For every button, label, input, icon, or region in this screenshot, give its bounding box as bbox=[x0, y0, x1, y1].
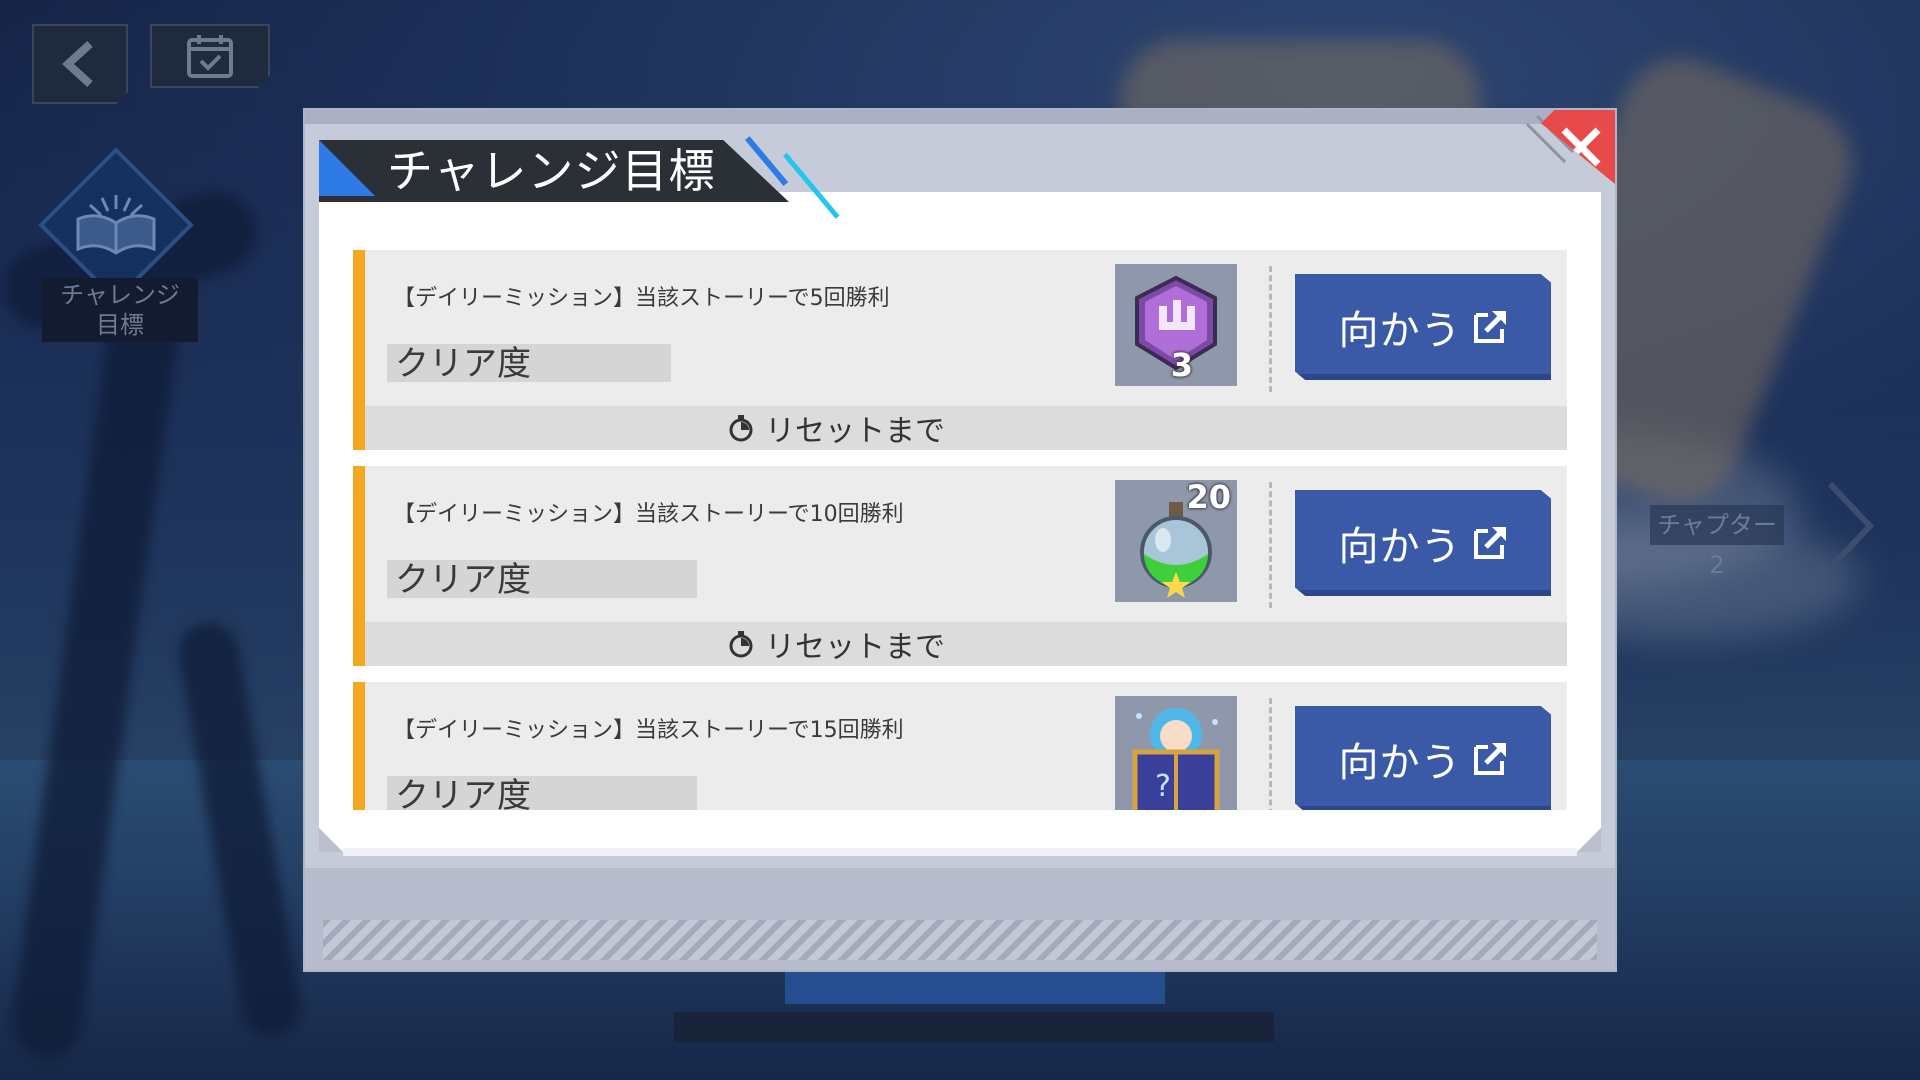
external-link-icon bbox=[1473, 743, 1506, 775]
mission-list[interactable]: 【デイリーミッション】当該ストーリーで5回勝利 クリア度 リセットまで 3 向か… bbox=[353, 250, 1567, 810]
challenge-goal-label-line2: 目標 bbox=[96, 311, 144, 339]
modal-title: チャレンジ目標 bbox=[387, 144, 716, 198]
mission-title: 【デイリーミッション】当該ストーリーで15回勝利 bbox=[393, 718, 904, 743]
go-button-label: 向かう bbox=[1338, 308, 1462, 354]
mission-item: 【デイリーミッション】当該ストーリーで5回勝利 クリア度 リセットまで 3 向か… bbox=[353, 250, 1567, 450]
content-bottom-edge bbox=[343, 848, 1577, 856]
stopwatch-icon bbox=[729, 631, 753, 658]
next-chapter-arrow-icon[interactable] bbox=[1820, 478, 1880, 574]
reward-count: 3 bbox=[1170, 346, 1193, 384]
reward-item[interactable]: ? bbox=[1115, 696, 1237, 810]
calendar-button[interactable] bbox=[150, 24, 270, 88]
clear-label: クリア度 bbox=[395, 344, 531, 384]
mission-divider bbox=[1269, 266, 1272, 392]
challenge-goal-label-line1: チャレンジ bbox=[60, 281, 180, 309]
mission-accent-bar bbox=[353, 682, 365, 810]
mission-accent-bar bbox=[353, 250, 365, 450]
go-button[interactable]: 向かう bbox=[1295, 706, 1551, 810]
mystery-box-icon: ? bbox=[1132, 708, 1220, 810]
back-button[interactable] bbox=[32, 24, 128, 104]
calendar-check-icon bbox=[187, 35, 233, 78]
reset-timer-strip: リセットまで bbox=[365, 622, 1567, 666]
go-button[interactable]: 向かう bbox=[1295, 274, 1551, 380]
svg-text:?: ? bbox=[1155, 769, 1171, 804]
clear-label: クリア度 bbox=[395, 560, 531, 600]
reward-item[interactable]: 3 bbox=[1115, 264, 1237, 386]
back-arrow-icon bbox=[62, 41, 93, 87]
mission-item: 【デイリーミッション】当該ストーリーで10回勝利 クリア度 リセットまで 20 … bbox=[353, 466, 1567, 666]
reward-item[interactable]: 20 bbox=[1115, 480, 1237, 602]
go-button-label: 向かう bbox=[1338, 740, 1462, 786]
go-button[interactable]: 向かう bbox=[1295, 490, 1551, 596]
background-bottom-bar bbox=[674, 1012, 1274, 1042]
mission-title: 【デイリーミッション】当該ストーリーで10回勝利 bbox=[393, 502, 904, 527]
reward-count: 20 bbox=[1186, 480, 1231, 516]
external-link-icon bbox=[1473, 527, 1506, 559]
modal-top-strip bbox=[305, 110, 1615, 124]
mission-divider bbox=[1269, 482, 1272, 608]
background-bottom-panel bbox=[785, 968, 1165, 1004]
external-link-icon bbox=[1473, 311, 1506, 343]
challenge-goal-label: チャレンジ 目標 bbox=[42, 278, 198, 342]
open-book-icon bbox=[76, 195, 156, 255]
mission-accent-bar bbox=[353, 466, 365, 666]
chapter-label[interactable]: チャプター2 bbox=[1650, 505, 1784, 579]
mission-title: 【デイリーミッション】当該ストーリーで5回勝利 bbox=[393, 286, 890, 311]
modal-footer-hatch bbox=[323, 920, 1597, 960]
mission-item: 【デイリーミッション】当該ストーリーで15回勝利 クリア度 ? 向かう bbox=[353, 682, 1567, 810]
reset-label: リセットまで bbox=[765, 630, 945, 665]
challenge-goal-modal: チャレンジ目標 【デイリーミッション】当該ストーリーで5回勝利 クリア度 リセッ… bbox=[305, 110, 1615, 970]
mission-divider bbox=[1269, 698, 1272, 810]
reset-label: リセットまで bbox=[765, 414, 945, 449]
stopwatch-icon bbox=[729, 415, 753, 442]
clear-label: クリア度 bbox=[395, 776, 531, 810]
reset-timer-strip: リセットまで bbox=[365, 406, 1567, 450]
go-button-label: 向かう bbox=[1338, 524, 1462, 570]
